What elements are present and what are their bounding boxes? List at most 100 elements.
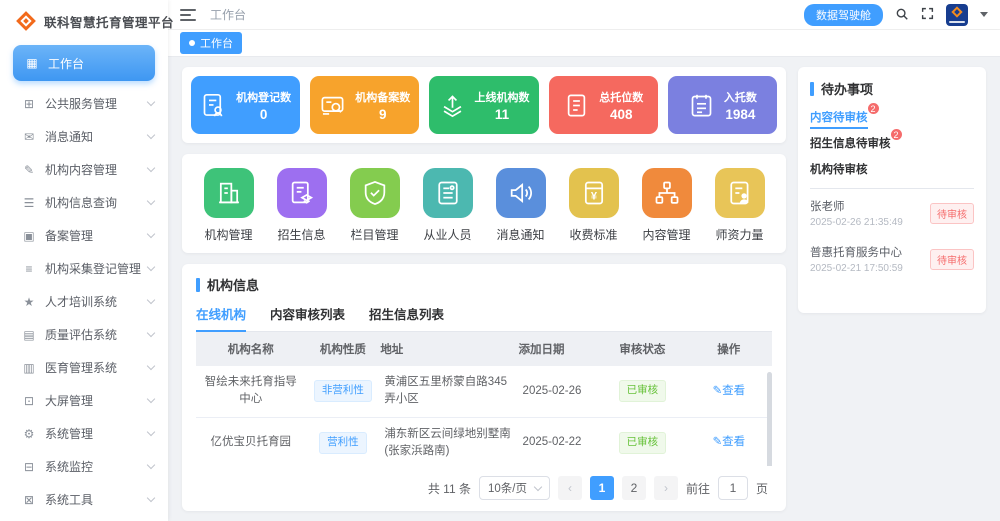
doc-layers-icon bbox=[277, 168, 327, 218]
app-practitioners[interactable]: 从业人员 bbox=[423, 168, 473, 243]
page-button-1[interactable]: 1 bbox=[590, 476, 614, 500]
app-fee-standard[interactable]: ¥ 收费标准 bbox=[569, 168, 619, 243]
todo-title: 待办事项 bbox=[821, 79, 873, 98]
app-content-manage[interactable]: 内容管理 bbox=[642, 168, 692, 243]
search-icon[interactable] bbox=[895, 7, 909, 23]
chevron-down-icon bbox=[147, 461, 155, 469]
app-message-notice[interactable]: 消息通知 bbox=[496, 168, 546, 243]
shield-check-icon bbox=[350, 168, 400, 218]
stat-enrolled[interactable]: 入托数1984 bbox=[668, 76, 777, 134]
sidebar-menu: ▦ 工作台 ⊞ 公共服务管理 ✉ 消息通知 ✎ 机构内容管理 ☰ 机构信息查询 bbox=[0, 39, 168, 521]
view-link[interactable]: ✎查看 bbox=[712, 385, 745, 397]
document-icon bbox=[563, 92, 590, 119]
notification-badge: 2 bbox=[867, 102, 880, 115]
tab-content-pending[interactable]: 内容待审核 2 bbox=[810, 109, 868, 125]
tab-content-review-list[interactable]: 内容审核列表 bbox=[270, 304, 345, 331]
todo-tabs: 内容待审核 2 招生信息待审核 2 机构待审核 bbox=[810, 108, 974, 189]
next-page-button[interactable]: › bbox=[654, 476, 678, 500]
prev-page-button[interactable]: ‹ bbox=[558, 476, 582, 500]
app-enrollment-info[interactable]: 招生信息 bbox=[277, 168, 327, 243]
tab-workbench[interactable]: 工作台 bbox=[180, 32, 242, 54]
sidebar-item-system-monitor[interactable]: ⊟ 系统监控 bbox=[0, 450, 168, 483]
card-search-icon bbox=[319, 92, 346, 119]
view-link[interactable]: ✎查看 bbox=[712, 436, 745, 448]
app-shortcut-panel: 机构管理 招生信息 栏目管理 bbox=[182, 154, 786, 253]
logo-diamond-icon bbox=[16, 11, 36, 31]
public-service-icon: ⊞ bbox=[22, 97, 36, 111]
left-column: 机构登记数0 机构备案数9 上线机构数11 总托位数408 bbox=[182, 67, 786, 511]
stat-org-filed[interactable]: 机构备案数9 bbox=[310, 76, 419, 134]
sidebar-item-medical-care[interactable]: ▥ 医育管理系统 bbox=[0, 351, 168, 384]
chevron-down-icon bbox=[147, 428, 155, 436]
pagination-total: 共 11 条 bbox=[428, 480, 471, 497]
main-area: 工作台 数据驾驶舱 工作台 bbox=[168, 0, 1000, 521]
sidebar-item-talent-training[interactable]: ★ 人才培训系统 bbox=[0, 285, 168, 318]
building-icon bbox=[204, 168, 254, 218]
collapse-sidebar-icon[interactable] bbox=[180, 9, 196, 21]
table-row: 智绘未来托育指导中心 非营利性 黄浦区五里桥蒙自路345弄小区 2025-02-… bbox=[196, 366, 772, 417]
col-address: 地址 bbox=[380, 332, 518, 366]
pagination: 共 11 条 10条/页 ‹ 1 2 › 前往 页 bbox=[196, 466, 772, 502]
speaker-icon bbox=[496, 168, 546, 218]
sidebar-item-record-manage[interactable]: ▣ 备案管理 bbox=[0, 219, 168, 252]
sidebar-item-workbench[interactable]: ▦ 工作台 bbox=[13, 45, 155, 81]
sidebar-item-org-info-query[interactable]: ☰ 机构信息查询 bbox=[0, 186, 168, 219]
tab-online-orgs[interactable]: 在线机构 bbox=[196, 304, 246, 331]
table-scrollbar[interactable] bbox=[767, 372, 772, 466]
col-org-name: 机构名称 bbox=[196, 332, 305, 366]
page-size-select[interactable]: 10条/页 bbox=[479, 476, 550, 500]
sidebar-item-message-notice[interactable]: ✉ 消息通知 bbox=[0, 120, 168, 153]
data-cockpit-button[interactable]: 数据驾驶舱 bbox=[804, 4, 883, 26]
todo-item-time: 2025-02-21 17:50:59 bbox=[810, 263, 903, 274]
chevron-down-icon bbox=[147, 494, 155, 502]
tab-org-pending[interactable]: 机构待审核 bbox=[810, 161, 868, 177]
goto-page-input[interactable] bbox=[718, 476, 748, 500]
sidebar-item-collect-register[interactable]: ≡ 机构采集登记管理 bbox=[0, 252, 168, 285]
stat-org-registered[interactable]: 机构登记数0 bbox=[191, 76, 300, 134]
gear-icon: ⚙ bbox=[22, 427, 36, 441]
fullscreen-icon[interactable] bbox=[921, 7, 934, 22]
date-cell: 2025-02-26 bbox=[519, 366, 600, 417]
sidebar-item-quality-eval[interactable]: ▤ 质量评估系统 bbox=[0, 318, 168, 351]
active-tab-dot bbox=[189, 40, 195, 46]
tab-enrollment-pending[interactable]: 招生信息待审核 2 bbox=[810, 135, 891, 151]
content-area: 机构登记数0 机构备案数9 上线机构数11 总托位数408 bbox=[168, 57, 1000, 521]
org-info-title-row: 机构信息 bbox=[196, 275, 772, 294]
monitor-icon: ⊟ bbox=[22, 460, 36, 474]
col-actions: 操作 bbox=[686, 332, 772, 366]
right-column: 待办事项 内容待审核 2 招生信息待审核 2 机构待审核 bbox=[798, 67, 986, 511]
goto-suffix: 页 bbox=[756, 480, 768, 497]
user-avatar[interactable] bbox=[946, 4, 968, 26]
sidebar-item-org-content[interactable]: ✎ 机构内容管理 bbox=[0, 153, 168, 186]
dropdown-caret[interactable] bbox=[980, 12, 988, 17]
sidebar-item-big-screen[interactable]: ⊡ 大屏管理 bbox=[0, 384, 168, 417]
org-name-cell: 智绘未来托育指导中心 bbox=[196, 366, 305, 417]
chevron-down-icon bbox=[147, 296, 155, 304]
chevron-down-icon bbox=[147, 329, 155, 337]
app-org-manage[interactable]: 机构管理 bbox=[204, 168, 254, 243]
stat-card-panel: 机构登记数0 机构备案数9 上线机构数11 总托位数408 bbox=[182, 67, 786, 143]
app-column-manage[interactable]: 栏目管理 bbox=[350, 168, 400, 243]
stat-total-slots[interactable]: 总托位数408 bbox=[549, 76, 658, 134]
notification-badge: 2 bbox=[890, 128, 903, 141]
page-button-2[interactable]: 2 bbox=[622, 476, 646, 500]
org-table: 机构名称 机构性质 地址 添加日期 审核状态 操作 智绘 bbox=[196, 332, 772, 466]
sidebar-item-public-service[interactable]: ⊞ 公共服务管理 bbox=[0, 87, 168, 120]
todo-list-item[interactable]: 普惠托育服务中心 2025-02-21 17:50:59 待审核 bbox=[810, 235, 974, 281]
todo-panel: 待办事项 内容待审核 2 招生信息待审核 2 机构待审核 bbox=[798, 67, 986, 313]
app-teacher-strength[interactable]: 师资力量 bbox=[715, 168, 765, 243]
sidebar-item-system-tools[interactable]: ⊠ 系统工具 bbox=[0, 483, 168, 516]
sidebar-item-system-manage[interactable]: ⚙ 系统管理 bbox=[0, 417, 168, 450]
col-org-nature: 机构性质 bbox=[305, 332, 380, 366]
stat-org-online[interactable]: 上线机构数11 bbox=[429, 76, 538, 134]
col-review-status: 审核状态 bbox=[599, 332, 685, 366]
todo-list-item[interactable]: 张老师 2025-02-26 21:35:49 待审核 bbox=[810, 189, 974, 235]
chevron-down-icon bbox=[147, 197, 155, 205]
sitemap-icon bbox=[642, 168, 692, 218]
title-accent-bar bbox=[196, 278, 200, 292]
screen-icon: ⊡ bbox=[22, 394, 36, 408]
chevron-down-icon bbox=[147, 230, 155, 238]
tab-enrollment-info-list[interactable]: 招生信息列表 bbox=[369, 304, 444, 331]
todo-item-name: 普惠托育服务中心 bbox=[810, 244, 903, 260]
date-cell: 2025-02-22 bbox=[519, 417, 600, 466]
